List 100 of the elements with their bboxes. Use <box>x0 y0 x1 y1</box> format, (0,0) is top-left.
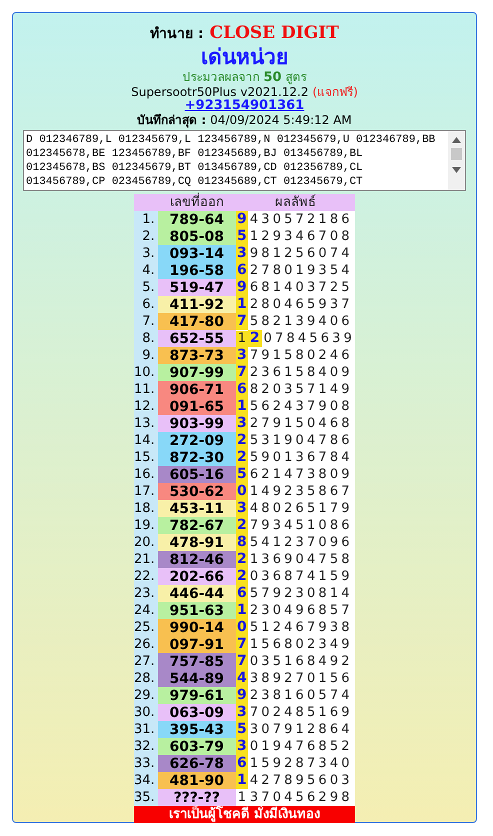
row-number: 22. <box>134 568 158 585</box>
row-number: 24. <box>134 602 158 619</box>
result-digits: 621473809 <box>248 466 353 482</box>
drawn-number: 605-16 <box>158 466 236 483</box>
row-number: 20. <box>134 534 158 551</box>
scrollbar[interactable] <box>448 131 465 190</box>
hit-digit: 2 <box>237 551 247 567</box>
drawn-number: 903-99 <box>158 415 236 432</box>
row-number: 5. <box>134 279 158 296</box>
result-digits: 035168492 <box>248 654 353 670</box>
drawn-number: 782-67 <box>158 517 236 534</box>
drawn-number: 951-63 <box>158 602 236 619</box>
row-number: 9. <box>134 347 158 364</box>
hit-digit: 7 <box>237 364 247 380</box>
column-header: เลขที่ออก <box>158 194 236 211</box>
result-digits: 820357149 <box>248 382 353 398</box>
footer-banner: เราเป็นผู้โชคดี มั่งมีเงินทอง <box>134 806 355 823</box>
row-number: 12. <box>134 398 158 415</box>
hit-digit: 7 <box>237 653 247 669</box>
drawn-number: 091-65 <box>158 398 236 415</box>
result-digits: 590136784 <box>248 450 353 466</box>
result-digits: 230496857 <box>248 602 353 618</box>
scroll-thumb[interactable] <box>451 148 462 160</box>
row-number: 6. <box>134 296 158 313</box>
row-number: 3. <box>134 245 158 262</box>
drawn-number: 202-66 <box>158 568 236 585</box>
hit-digit: 9 <box>237 279 247 295</box>
drawn-number: 446-44 <box>158 585 236 602</box>
hit-digit: 1 <box>237 296 247 312</box>
drawn-number: 626-78 <box>158 755 236 772</box>
drawn-number: 093-14 <box>158 245 236 262</box>
result-digits: 430572186 <box>248 212 353 228</box>
row-number: 13. <box>134 415 158 432</box>
result-digits: 582139406 <box>248 314 353 330</box>
result-digits: 236158409 <box>248 364 353 380</box>
hit-digit: 6 <box>237 262 247 278</box>
row-number: 4. <box>134 262 158 279</box>
hit-digit: 5 <box>237 721 247 737</box>
drawn-number: 757-85 <box>158 653 236 670</box>
last-saved-value: 04/09/2024 5:49:12 AM <box>210 113 352 127</box>
result-digits: 531904786 <box>248 432 353 448</box>
scroll-up-icon[interactable] <box>452 137 461 143</box>
hit-digit: 6 <box>237 381 247 397</box>
drawn-number: 990-14 <box>158 619 236 636</box>
hit-digit: 2 <box>237 568 247 584</box>
hit-digit: 5 <box>237 466 247 482</box>
result-digits: 389270156 <box>248 670 353 686</box>
row-number: 7. <box>134 313 158 330</box>
phone-link[interactable]: +923154901361 <box>184 99 304 113</box>
result-digits: 156802349 <box>248 636 353 652</box>
row-number: 34. <box>134 772 158 789</box>
hit-digit: 1 <box>237 398 247 414</box>
result-digits: 702485169 <box>248 704 353 720</box>
result-digits: 036874159 <box>248 568 353 584</box>
hit-digit: 6 <box>237 755 247 771</box>
row-number: 17. <box>134 483 158 500</box>
hit-digit: 5 <box>237 228 247 244</box>
result-digits: 480265179 <box>248 500 353 516</box>
row-number: 27. <box>134 653 158 670</box>
result-digits: 149235867 <box>248 484 353 500</box>
drawn-number: 481-90 <box>158 772 236 789</box>
drawn-number: 196-58 <box>158 262 236 279</box>
drawn-number: 873-73 <box>158 347 236 364</box>
result-digits: 019476852 <box>248 738 353 754</box>
hit-digit: 3 <box>237 704 247 720</box>
result-digits: 512467938 <box>248 620 353 636</box>
row-number: 19. <box>134 517 158 534</box>
hit-digit: 0 <box>237 619 247 635</box>
result-digits: 1 <box>238 330 246 346</box>
drawn-number: 097-91 <box>158 636 236 653</box>
row-number: 31. <box>134 721 158 738</box>
drawn-number: 453-11 <box>158 500 236 517</box>
hit-digit: 3 <box>237 347 247 363</box>
hit-digit: 8 <box>237 534 247 550</box>
result-digits: 579230814 <box>248 586 353 602</box>
row-number: 2. <box>134 228 158 245</box>
row-number: 23. <box>134 585 158 602</box>
row-number: 1. <box>134 211 158 228</box>
formula-text-area[interactable]: D 012346789,L 012345679,L 123456789,N 012345679,U 012346789,BB 012345678,BE 123456789,BF 012345689,BJ 013456789,BL 012345678,BS 012345679,BT 013456789,CD 012356789,CL 013456789,CP 023456789,CQ 012345689,CT 012345679,CT <box>23 130 466 191</box>
row-number: 35. <box>134 789 158 806</box>
result-digits: 279150468 <box>248 416 353 432</box>
hit-digit: 9 <box>237 687 247 703</box>
result-digits: 370456298 <box>249 790 353 806</box>
result-digits: 307912864 <box>248 722 353 738</box>
scroll-down-icon[interactable] <box>452 167 461 173</box>
hit-digit: 1 <box>237 772 247 788</box>
drawn-number: 544-89 <box>158 670 236 687</box>
row-number: 32. <box>134 738 158 755</box>
formula-note: ประมวลผลจาก 50 สูตร <box>182 70 306 85</box>
drawn-number: 789-64 <box>158 211 236 228</box>
drawn-number: 906-71 <box>158 381 236 398</box>
result-digits: 278019354 <box>248 262 353 278</box>
result-digits: 981256074 <box>248 246 353 262</box>
result-digits: 791580246 <box>248 348 353 364</box>
drawn-number: 652-55 <box>158 330 236 347</box>
last-saved-label: บันทึกล่าสุด : <box>137 113 206 127</box>
hit-digit: 6 <box>237 585 247 601</box>
row-number: 14. <box>134 432 158 449</box>
hit-digit: 7 <box>237 313 247 329</box>
prediction-label: ทำนาย : <box>150 25 204 44</box>
